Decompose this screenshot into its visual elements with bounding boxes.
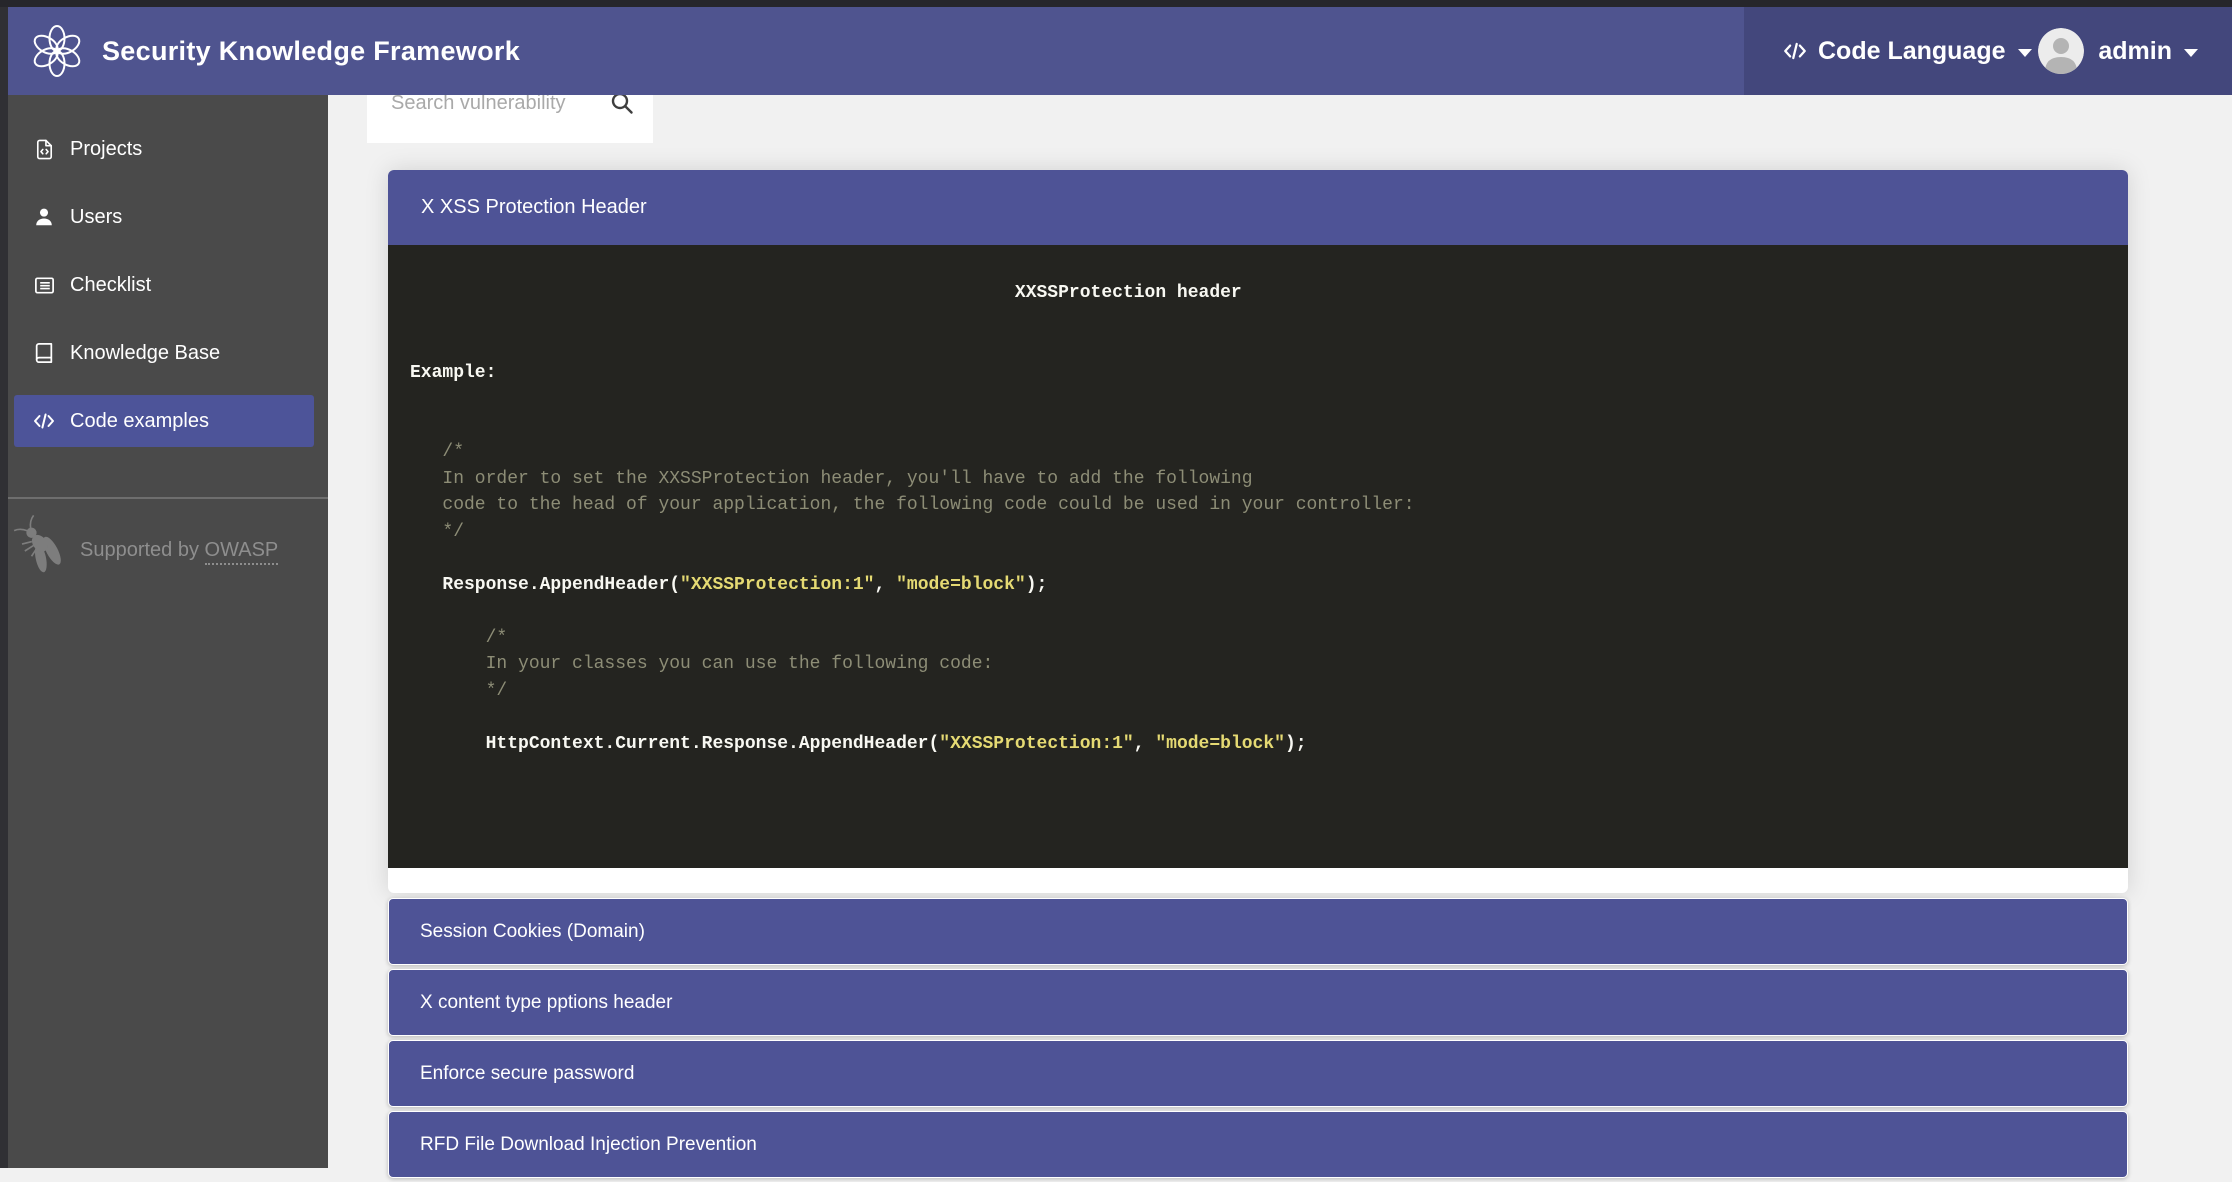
header-right-panel: Code Language admin xyxy=(1744,7,2232,95)
sidebar-divider xyxy=(0,497,328,499)
code-icon xyxy=(32,409,56,433)
sidebar-item-label: Knowledge Base xyxy=(70,342,220,365)
accordion-item-label: Enforce secure password xyxy=(420,1063,634,1085)
accordion-item[interactable]: Enforce secure password xyxy=(388,1040,2128,1107)
username-label: admin xyxy=(2098,37,2172,66)
code-language-dropdown[interactable]: Code Language xyxy=(1782,37,2032,66)
code-block: XXSSProtection header Example: /* In ord… xyxy=(388,245,2128,868)
main-content: X XSS Protection Header XXSSProtection h… xyxy=(388,170,2128,1182)
sidebar-item-label: Projects xyxy=(70,138,142,161)
owasp-footer: Supported by OWASP xyxy=(6,513,328,587)
code-pre: XXSSProtection header Example: /* In ord… xyxy=(388,245,2128,757)
chevron-down-icon xyxy=(2018,49,2032,57)
chevron-down-icon xyxy=(2184,49,2198,57)
accordion-item-label: Session Cookies (Domain) xyxy=(420,921,645,943)
code-icon xyxy=(1782,38,1808,64)
accordion-item-label: RFD File Download Injection Prevention xyxy=(420,1134,757,1156)
flower-logo-icon xyxy=(28,22,86,80)
sidebar-item-projects[interactable]: Projects xyxy=(14,123,314,175)
window-top-edge xyxy=(0,0,2232,7)
sidebar-item-label: Checklist xyxy=(70,274,151,297)
sidebar-item-label: Code examples xyxy=(70,410,209,433)
user-icon xyxy=(32,205,56,229)
file-code-icon xyxy=(32,137,56,161)
sidebar: Projects Users Checklist Knowledge Base Code… xyxy=(0,95,328,1168)
sidebar-item-label: Users xyxy=(70,206,122,229)
sidebar-item-knowledge-base[interactable]: Knowledge Base xyxy=(14,327,314,379)
supported-by-label: Supported by xyxy=(80,539,205,561)
panel-title: X XSS Protection Header xyxy=(421,196,647,219)
app-title: Security Knowledge Framework xyxy=(102,36,520,67)
app-brand[interactable]: Security Knowledge Framework xyxy=(28,22,520,80)
accordion-item-label: X content type pptions header xyxy=(420,992,672,1014)
sidebar-item-users[interactable]: Users xyxy=(14,191,314,243)
top-header: Security Knowledge Framework Code Langua… xyxy=(0,7,2232,95)
accordion-list: Session Cookies (Domain) X content type p… xyxy=(388,898,2128,1178)
code-example-panel: X XSS Protection Header XXSSProtection h… xyxy=(388,170,2128,893)
sidebar-item-checklist[interactable]: Checklist xyxy=(14,259,314,311)
panel-heading[interactable]: X XSS Protection Header xyxy=(388,170,2128,245)
sidebar-item-code-examples[interactable]: Code examples xyxy=(14,395,314,447)
code-language-label: Code Language xyxy=(1818,37,2006,66)
avatar-person-icon xyxy=(2038,28,2084,74)
sidebar-menu: Projects Users Checklist Knowledge Base Code… xyxy=(0,95,328,447)
accordion-item[interactable]: X content type pptions header xyxy=(388,969,2128,1036)
book-icon xyxy=(32,341,56,365)
accordion-item[interactable]: Session Cookies (Domain) xyxy=(388,898,2128,965)
list-icon xyxy=(32,273,56,297)
user-dropdown[interactable]: admin xyxy=(2038,28,2198,74)
wasp-icon xyxy=(6,513,74,587)
owasp-link[interactable]: OWASP xyxy=(205,539,279,565)
window-left-edge xyxy=(0,0,8,1168)
